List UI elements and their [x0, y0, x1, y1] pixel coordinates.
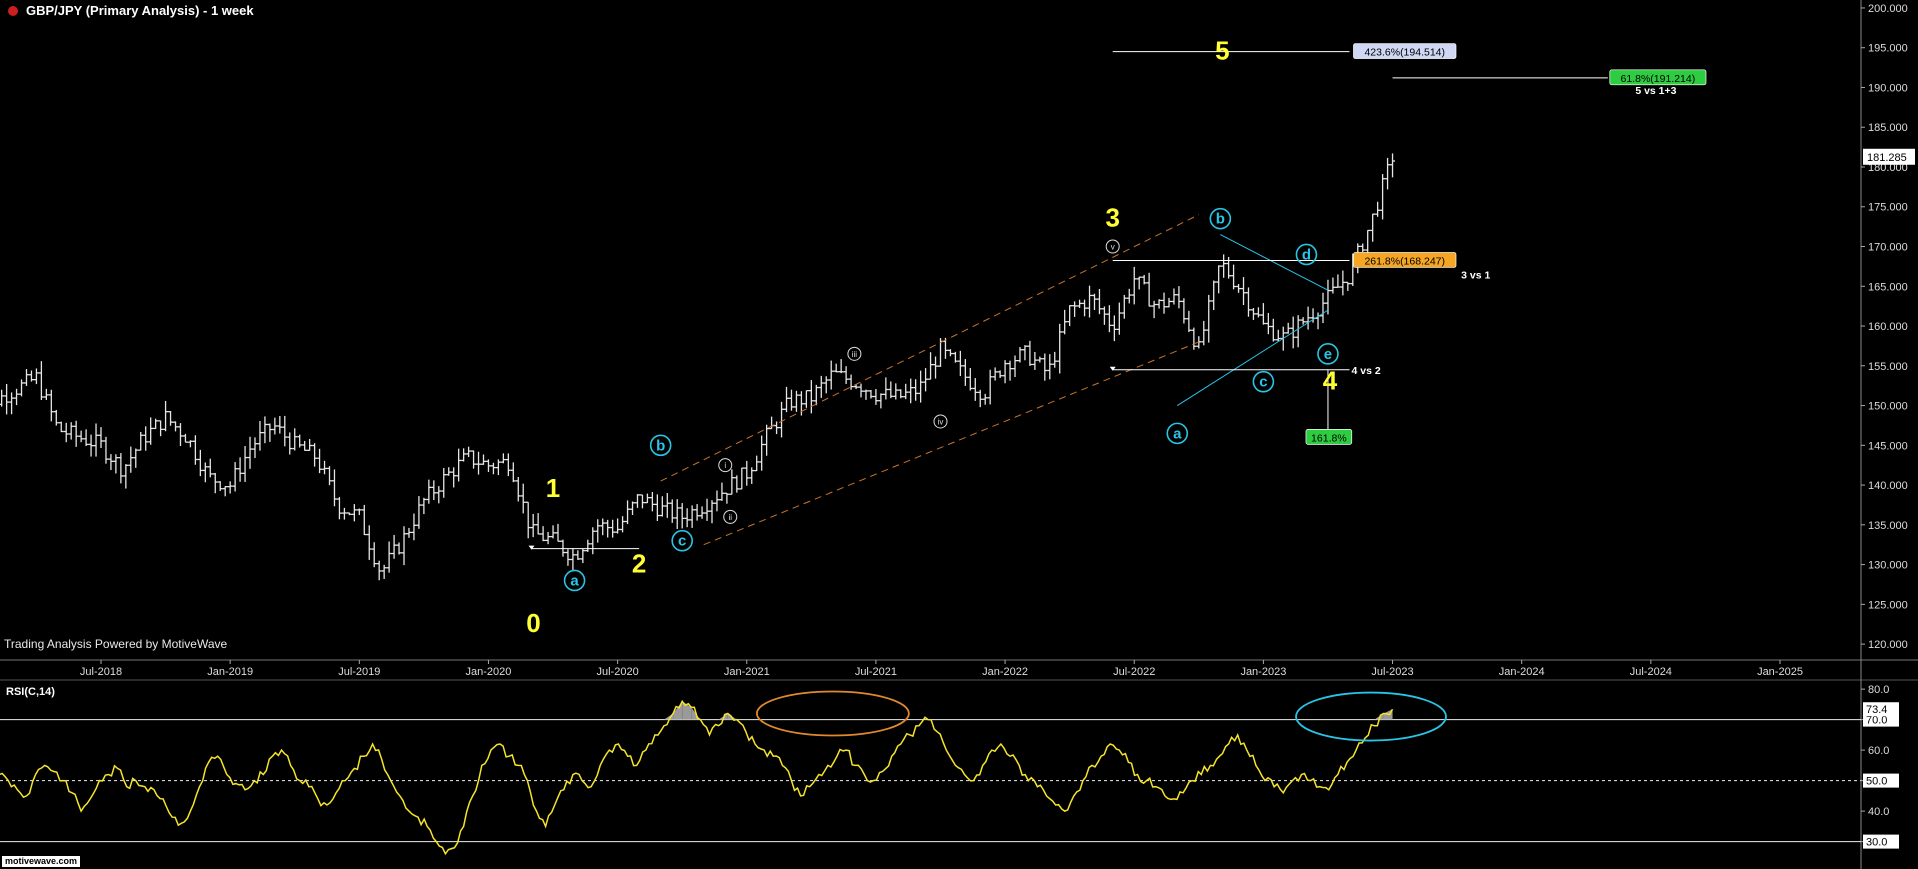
- fib-note: 4 vs 2: [1351, 365, 1380, 377]
- x-tick-label: Jan-2025: [1757, 666, 1803, 678]
- last-price-text: 181.285: [1867, 152, 1907, 164]
- rsi-current-text: 73.4: [1866, 704, 1887, 716]
- x-tick-label: Jul-2023: [1371, 666, 1413, 678]
- y-tick-label: 155.000: [1868, 361, 1908, 373]
- wave-minor-text: a: [570, 572, 579, 589]
- wave-roman-iv: iv: [933, 414, 948, 429]
- y-tick-label: 145.000: [1868, 440, 1908, 452]
- rsi-label: RSI(C,14): [6, 686, 55, 698]
- rsi-level-text: 70.0: [1866, 715, 1887, 727]
- x-tick-label: Jan-2022: [982, 666, 1028, 678]
- y-tick-label: 135.000: [1868, 520, 1908, 532]
- fib-badge-text: 423.6%(194.514): [1364, 47, 1445, 59]
- wave-roman-text: iii: [852, 350, 858, 359]
- y-tick-label: 200.000: [1868, 3, 1908, 15]
- wave-roman-text: ii: [728, 513, 732, 522]
- wave-roman-iii: iii: [847, 346, 862, 361]
- rsi-level-text: 50.0: [1866, 776, 1887, 788]
- x-tick-label: Jan-2020: [466, 666, 512, 678]
- y-tick-label: 190.000: [1868, 82, 1908, 94]
- fib-note: 5 vs 1+3: [1635, 85, 1676, 97]
- x-tick-label: Jul-2021: [855, 666, 897, 678]
- wave-minor-text: d: [1302, 246, 1311, 263]
- y-tick-label: 140.000: [1868, 480, 1908, 492]
- chart-window: Jul-2018 Jan-2019 Jul-2019 Jan-2020 Jul-2020…: [0, 0, 1918, 869]
- wave-roman-text: iv: [938, 417, 944, 426]
- rsi-level-text: 30.0: [1866, 837, 1887, 849]
- wave-minor-text: c: [1259, 374, 1267, 391]
- motivewave-logo: motivewave.com: [2, 856, 81, 867]
- price-chart[interactable]: Jul-2018 Jan-2019 Jul-2019 Jan-2020 Jul-2020…: [0, 0, 1918, 869]
- wave-label-3: 3: [1105, 203, 1119, 233]
- fib-badge-text: 161.8%: [1311, 432, 1347, 444]
- x-tick-label: Jan-2021: [724, 666, 770, 678]
- wave-minor-text: a: [1173, 425, 1182, 442]
- y-tick-label: 130.000: [1868, 560, 1908, 572]
- fib-badge-text: 61.8%(191.214): [1621, 73, 1696, 85]
- wave-label-1: 1: [546, 473, 560, 503]
- rsi-y-tick-label: 60.0: [1868, 745, 1889, 757]
- wave-label-0: 0: [526, 608, 540, 638]
- fib-note: 3 vs 1: [1461, 269, 1490, 281]
- x-tick-label: Jan-2024: [1499, 666, 1545, 678]
- y-tick-label: 160.000: [1868, 321, 1908, 333]
- wave-label-5: 5: [1215, 36, 1229, 66]
- wave-minor-text: e: [1324, 346, 1332, 363]
- y-tick-label: 120.000: [1868, 639, 1908, 651]
- x-tick-label: Jul-2019: [338, 666, 380, 678]
- wave-label-2: 2: [632, 549, 646, 579]
- x-tick-label: Jul-2022: [1113, 666, 1155, 678]
- x-tick-label: Jul-2018: [80, 666, 122, 678]
- wave-minor-text: b: [1216, 211, 1225, 228]
- y-tick-label: 175.000: [1868, 202, 1908, 214]
- y-tick-label: 150.000: [1868, 401, 1908, 413]
- rsi-y-tick-label: 40.0: [1868, 806, 1889, 818]
- y-tick-label: 165.000: [1868, 281, 1908, 293]
- wave-roman-text: v: [1111, 243, 1115, 252]
- x-tick-label: Jan-2023: [1240, 666, 1286, 678]
- x-tick-label: Jul-2024: [1630, 666, 1672, 678]
- y-tick-label: 185.000: [1868, 122, 1908, 134]
- y-tick-label: 170.000: [1868, 242, 1908, 254]
- chart-title: GBP/JPY (Primary Analysis) - 1 week: [26, 3, 254, 18]
- fib-badge-text: 261.8%(168.247): [1364, 255, 1445, 267]
- chart-background: [0, 0, 1918, 869]
- wave-minor-text: b: [656, 437, 665, 454]
- wave-label-4: 4: [1323, 366, 1338, 396]
- rsi-y-tick-label: 80.0: [1868, 684, 1889, 696]
- wave-roman-ii: ii: [723, 509, 738, 524]
- wave-roman-v: v: [1105, 239, 1120, 254]
- status-dot: [8, 6, 18, 16]
- watermark-text: Trading Analysis Powered by MotiveWave: [4, 637, 228, 651]
- wave-roman-text: i: [724, 461, 726, 470]
- y-tick-label: 195.000: [1868, 43, 1908, 55]
- wave-minor-text: c: [678, 533, 686, 550]
- y-tick-label: 125.000: [1868, 599, 1908, 611]
- x-tick-label: Jul-2020: [597, 666, 639, 678]
- wave-roman-i: i: [718, 458, 733, 473]
- x-tick-label: Jan-2019: [207, 666, 253, 678]
